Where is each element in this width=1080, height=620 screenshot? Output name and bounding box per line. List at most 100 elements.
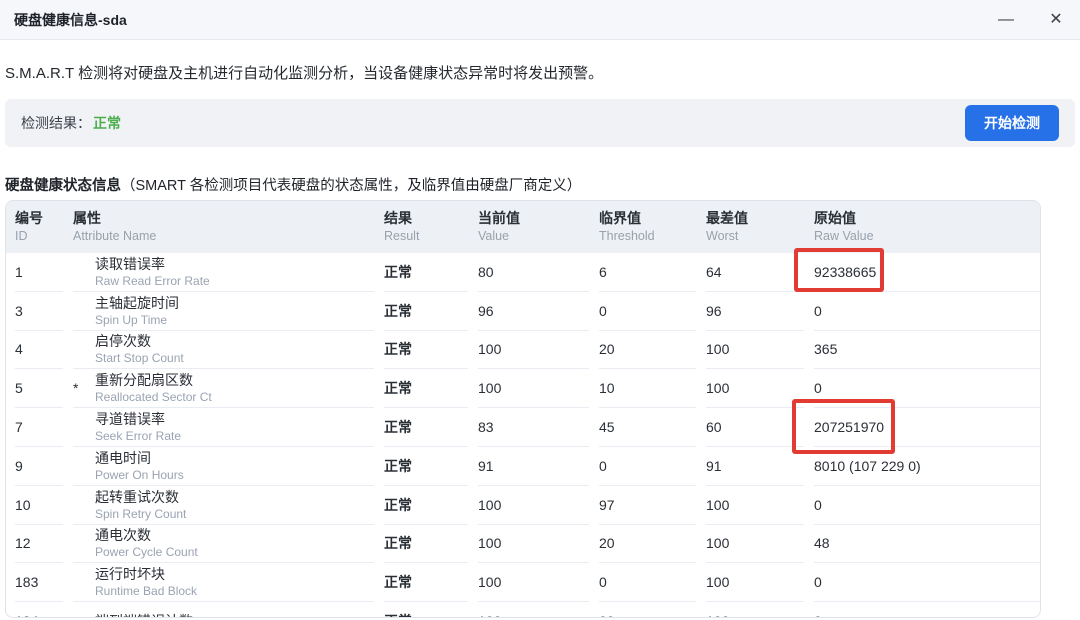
attribute-name-en: Raw Read Error Rate [95,273,210,288]
cell-result: 正常 [384,292,468,331]
attribute-name-en: Spin Retry Count [95,506,187,521]
column-header-en: Raw Value [814,229,874,243]
table-row: 4 启停次数 Start Stop Count 正常 100 20 100 365 [6,331,1040,370]
attribute-names: 通电时间 Power On Hours [95,449,184,483]
cell-threshold: 0 [599,563,696,603]
cell-attribute: 端到端错误计数 [73,602,374,617]
table-row: 9 通电时间 Power On Hours 正常 91 0 91 8010 (107 229 … [6,447,1040,486]
cell-attribute: 起转重试次数 Spin Retry Count [73,486,374,525]
attribute-names: 重新分配扇区数 Reallocated Sector Ct [95,371,212,405]
table-section-heading: 硬盘健康状态信息（SMART 各检测项目代表硬盘的状态属性，及临界值由硬盘厂商定… [5,174,1075,195]
result-status-value: 正常 [93,115,121,131]
column-header-en: Worst [706,229,739,243]
cell-threshold: 10 [599,369,696,409]
table-row: 12 通电次数 Power Cycle Count 正常 100 20 100 48 [6,525,1040,564]
cell-id: 12 [15,525,63,564]
cell-current-value: 83 [478,408,589,447]
attribute-name-en: Seek Error Rate [95,429,182,444]
cell-worst: 60 [706,408,804,447]
column-header: 编号 ID [15,209,63,245]
cell-result: 正常 [384,563,468,603]
attribute-name-zh: 启停次数 [95,333,151,350]
section-heading-rest: （SMART 各检测项目代表硬盘的状态属性，及临界值由硬盘厂商定义） [121,178,582,194]
cell-worst: 100 [706,602,804,617]
table-header-row: 编号 ID 属性 Attribute Name 结果 Result 当前值 Value 临界值 T… [6,201,1040,253]
start-detection-button[interactable]: 开始检测 [965,105,1059,141]
attribute-names: 启停次数 Start Stop Count [95,332,184,366]
column-header-en: Attribute Name [73,229,157,243]
cell-id: 1 [15,253,63,292]
cell-attribute: 通电时间 Power On Hours [73,447,374,486]
attribute-name-en: Power Cycle Count [95,545,198,560]
table-row: 184 端到端错误计数 正常 100 99 100 0 [6,602,1040,617]
column-header-zh: 原始值 [814,210,856,226]
attribute-names: 运行时坏块 Runtime Bad Block [95,565,197,599]
cell-worst: 64 [706,253,804,292]
cell-result: 正常 [384,331,468,370]
attribute-names: 端到端错误计数 [95,612,193,617]
column-header: 结果 Result [384,209,468,245]
window-titlebar: 硬盘健康信息-sda — ✕ [0,0,1080,40]
cell-attribute: 运行时坏块 Runtime Bad Block [73,563,374,603]
window-controls: — ✕ [996,11,1066,28]
cell-raw-value: 0 [814,369,1040,409]
cell-raw-value: 92338665 [814,253,1040,292]
column-header-en: Threshold [599,229,655,243]
cell-raw-value: 365 [814,331,1040,370]
cell-current-value: 100 [478,602,589,617]
cell-threshold: 20 [599,331,696,370]
cell-raw-value: 0 [814,486,1040,525]
cell-attribute: 读取错误率 Raw Read Error Rate [73,253,374,292]
table-row: 1 读取错误率 Raw Read Error Rate 正常 80 6 64 92338665 [6,253,1040,292]
cell-threshold: 0 [599,447,696,486]
table-body: 1 读取错误率 Raw Read Error Rate 正常 80 6 64 92338665… [6,253,1040,617]
cell-attribute: 通电次数 Power Cycle Count [73,525,374,564]
attribute-names: 寻道错误率 Seek Error Rate [95,410,181,444]
attribute-name-zh: 端到端错误计数 [95,612,193,617]
cell-result: 正常 [384,525,468,564]
attribute-name-en: Spin Up Time [95,312,168,327]
cell-worst: 96 [706,292,804,331]
close-icon[interactable]: ✕ [1046,11,1066,28]
column-header-zh: 编号 [15,210,43,226]
detection-result-panel: 检测结果： 正常 开始检测 [5,99,1075,147]
cell-current-value: 100 [478,525,589,564]
table-row: 7 寻道错误率 Seek Error Rate 正常 83 45 60 207251970 [6,408,1040,447]
attribute-name-zh: 读取错误率 [95,255,165,272]
cell-current-value: 100 [478,369,589,409]
cell-raw-value: 48 [814,525,1040,564]
cell-threshold: 97 [599,486,696,525]
cell-result: 正常 [384,408,468,447]
cell-result: 正常 [384,369,468,409]
cell-raw-value: 8010 (107 229 0) [814,447,1040,486]
cell-raw-value: 0 [814,602,1040,617]
smart-attribute-table: 编号 ID 属性 Attribute Name 结果 Result 当前值 Value 临界值 T… [5,200,1041,618]
section-heading-bold: 硬盘健康状态信息 [5,178,121,194]
column-header: 最差值 Worst [706,209,804,245]
cell-worst: 100 [706,563,804,603]
minimize-icon[interactable]: — [996,11,1016,28]
attribute-name-en: Start Stop Count [95,351,184,366]
column-header-zh: 属性 [73,210,101,226]
cell-result: 正常 [384,253,468,292]
cell-id: 184 [15,602,63,617]
cell-current-value: 91 [478,447,589,486]
attribute-flag: * [73,380,79,397]
cell-worst: 100 [706,486,804,525]
cell-id: 5 [15,369,63,409]
cell-current-value: 100 [478,563,589,603]
attribute-name-zh: 运行时坏块 [95,566,165,583]
cell-threshold: 0 [599,292,696,331]
attribute-name-zh: 起转重试次数 [95,488,179,505]
cell-attribute: * 重新分配扇区数 Reallocated Sector Ct [73,369,374,409]
cell-attribute: 寻道错误率 Seek Error Rate [73,408,374,447]
attribute-name-en: Power On Hours [95,467,184,482]
cell-current-value: 100 [478,486,589,525]
column-header-en: Result [384,229,420,243]
cell-threshold: 6 [599,253,696,292]
column-header-zh: 结果 [384,210,412,226]
cell-attribute: 启停次数 Start Stop Count [73,331,374,370]
attribute-name-zh: 重新分配扇区数 [95,372,193,389]
attribute-name-en: Reallocated Sector Ct [95,390,212,405]
result-label: 检测结果： [21,115,91,131]
